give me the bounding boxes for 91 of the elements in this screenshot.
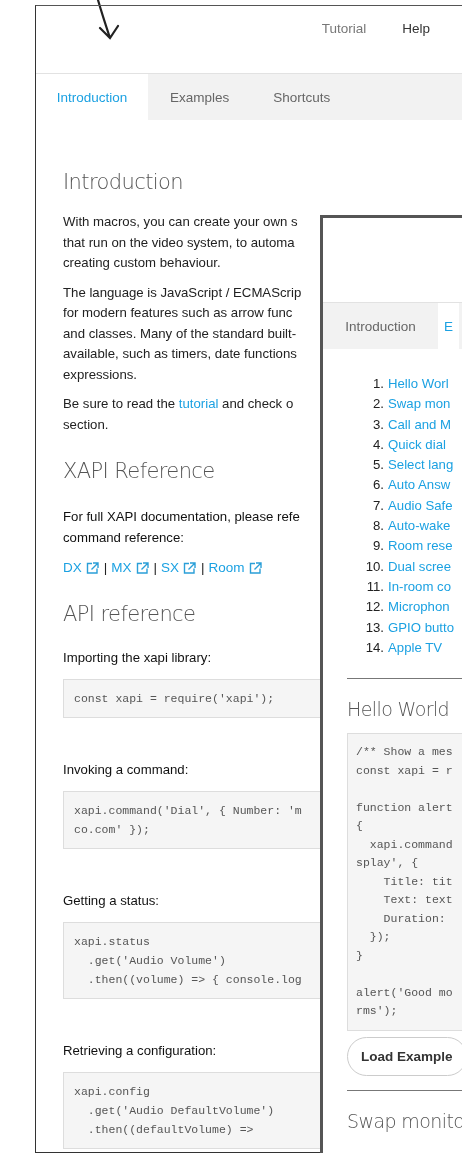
list-number: 4.: [372, 435, 385, 454]
snippet-label: Importing the xapi library:: [63, 650, 212, 665]
code-line: .then((defaultVolume) =>: [86, 1122, 254, 1138]
example-link[interactable]: In-room co: [388, 576, 452, 598]
paragraph-line: section.: [63, 415, 109, 434]
example-link[interactable]: Select lang: [388, 455, 454, 476]
tab[interactable]: Introduction: [36, 74, 148, 120]
link-separator: |: [153, 559, 158, 577]
example-link[interactable]: Call and M: [388, 414, 452, 435]
paragraph-line: With macros, you can create your own s: [63, 213, 298, 231]
example-link[interactable]: Apple TV: [388, 637, 442, 659]
list-number: 6.: [372, 476, 385, 495]
list-number: 7.: [372, 496, 385, 515]
code-line: const xapi = r: [356, 762, 453, 779]
nav-link[interactable]: Tutorial: [321, 20, 367, 36]
code-line: co.com' });: [74, 822, 150, 838]
tutorial-link[interactable]: tutorial: [178, 396, 219, 411]
reference-link[interactable]: DX: [63, 558, 82, 578]
section-heading: API reference: [63, 601, 196, 628]
code-line: splay', {: [356, 855, 419, 872]
paragraph-line: and classes. Many of the standard built-: [63, 324, 297, 343]
list-number: 10.: [364, 557, 385, 576]
external-link-icon: [135, 562, 149, 574]
snippet-label: Retrieving a configuration:: [63, 1043, 217, 1058]
code-line: rms');: [356, 1003, 398, 1020]
code-line: {: [356, 818, 363, 835]
paragraph-line: For full XAPI documentation, please refe: [63, 508, 300, 526]
example-link[interactable]: Hello Worl: [388, 374, 449, 395]
list-number: 9.: [372, 537, 385, 556]
external-link-icon: [248, 562, 262, 574]
code-line: xapi.command: [368, 836, 453, 853]
list-number: 5.: [372, 456, 385, 475]
link-separator: |: [201, 559, 205, 577]
paragraph-line: The language is JavaScript / ECMAScrip: [63, 283, 302, 302]
paragraph-line: command reference:: [63, 528, 184, 547]
section-heading: Introduction: [63, 169, 183, 196]
reference-link[interactable]: SX: [161, 558, 180, 578]
code-line: });: [368, 929, 391, 946]
list-number: 14.: [364, 638, 385, 657]
example-link[interactable]: Room rese: [388, 536, 453, 557]
list-number: 2.: [372, 395, 385, 414]
tab[interactable]: E: [438, 303, 459, 349]
list-number: 3.: [372, 415, 385, 434]
list-number: 13.: [364, 618, 385, 637]
code-line: }: [356, 947, 363, 964]
external-link-icon: [183, 562, 197, 574]
section-heading: Hello World: [347, 697, 450, 723]
code-line: xapi.config: [74, 1084, 150, 1100]
example-link[interactable]: GPIO butto: [388, 617, 454, 638]
section-heading: Swap monito: [347, 1108, 462, 1134]
code-line: .get('Audio Volume'): [86, 953, 226, 969]
code-line: .get('Audio DefaultVolume'): [86, 1103, 275, 1119]
paragraph-line: that run on the video system, to automa: [63, 233, 295, 252]
tab[interactable]: Shortcuts: [251, 74, 353, 120]
code-line: xapi.status: [74, 934, 150, 950]
section-heading: XAPI Reference: [63, 458, 215, 485]
code-line: alert('Good mo: [356, 984, 453, 1001]
paragraph-line: Be sure to read the tutorial and check o: [63, 395, 294, 413]
external-link-icon: [85, 562, 99, 574]
code-line: Title: tit: [382, 873, 453, 890]
reference-link[interactable]: Room: [208, 558, 245, 578]
tab[interactable]: Introduction: [323, 303, 438, 349]
snippet-label: Invoking a command:: [63, 762, 189, 777]
load-example-button[interactable]: Load Example: [347, 1036, 462, 1076]
tab[interactable]: Examples: [148, 74, 252, 120]
list-number: 12.: [364, 598, 385, 617]
code-line: Duration:: [382, 910, 446, 927]
example-link[interactable]: Quick dial: [388, 434, 446, 456]
paragraph-line: creating custom behaviour.: [63, 254, 221, 272]
list-number: 11.: [365, 577, 385, 596]
list-number: 1.: [372, 375, 385, 393]
code-line: function alert: [356, 799, 453, 816]
paragraph-line: available, such as timers, date functions: [63, 345, 297, 363]
example-link[interactable]: Dual scree: [388, 556, 452, 577]
link-separator: |: [103, 559, 108, 577]
example-link[interactable]: Audio Safe: [388, 495, 453, 517]
code-line: const xapi = require('xapi');: [74, 691, 275, 707]
paragraph-line: for modern features such as arrow func: [63, 304, 293, 322]
example-link[interactable]: Auto Answ: [388, 475, 451, 496]
code-line: /** Show a mes: [356, 744, 453, 761]
example-link[interactable]: Swap mon: [388, 394, 451, 415]
snippet-label: Getting a status:: [63, 893, 160, 908]
nav-link[interactable]: Help: [402, 20, 430, 36]
example-link[interactable]: Microphon: [388, 597, 450, 618]
example-link[interactable]: Auto-wake: [388, 516, 451, 537]
reference-link[interactable]: MX: [111, 558, 132, 578]
code-line: Text: text: [382, 892, 453, 909]
list-number: 8.: [372, 517, 385, 536]
paragraph-line: expressions.: [63, 365, 138, 384]
code-line: xapi.command('Dial', { Number: 'm: [74, 803, 302, 819]
code-line: .then((volume) => { console.log: [86, 972, 302, 988]
